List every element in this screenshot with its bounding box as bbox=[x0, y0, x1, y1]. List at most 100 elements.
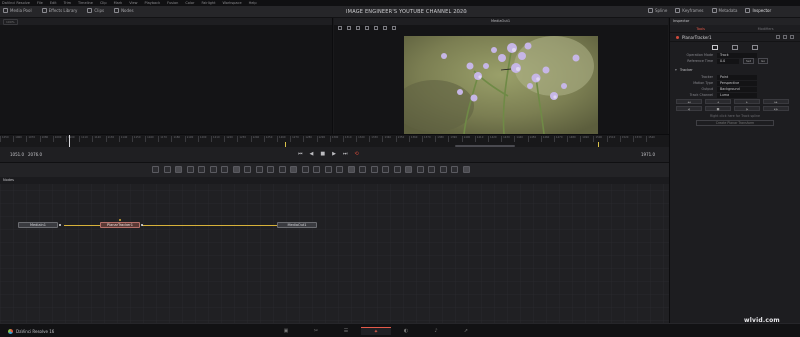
tool-header[interactable]: PlanarTracker1 bbox=[670, 33, 800, 42]
play-reverse-icon[interactable]: ◀ bbox=[310, 152, 314, 157]
reset-icon[interactable] bbox=[776, 35, 780, 39]
zoom-dropdown[interactable]: 100% bbox=[3, 18, 18, 25]
reference-time-field[interactable]: 0.0 bbox=[717, 58, 739, 64]
grain-tool-icon[interactable] bbox=[439, 166, 447, 173]
output-port[interactable] bbox=[141, 223, 143, 226]
menu-playback[interactable]: Playback bbox=[145, 1, 161, 5]
menu-fairlight[interactable]: Fairlight bbox=[201, 1, 215, 5]
tracker-section-header[interactable]: ▾ Tracker bbox=[670, 66, 800, 74]
page-fusion-icon[interactable]: ✦ bbox=[361, 327, 391, 335]
page-deliver-icon[interactable]: ➚ bbox=[451, 327, 481, 335]
menu-edit[interactable]: Edit bbox=[50, 1, 57, 5]
polygon-tool-icon[interactable] bbox=[365, 26, 369, 30]
saver-tool-icon[interactable] bbox=[313, 166, 320, 173]
menu-mark[interactable]: Mark bbox=[114, 1, 123, 5]
input-port[interactable] bbox=[119, 218, 121, 221]
scale-tool-icon[interactable] bbox=[392, 26, 396, 30]
create-planar-transform-button[interactable]: Create Planar Transform bbox=[696, 120, 774, 126]
color-corrector-tool-icon[interactable] bbox=[221, 166, 228, 173]
current-frame-field[interactable]: 1971.0 bbox=[641, 152, 655, 157]
tab-modifiers[interactable]: Modifiers bbox=[758, 27, 774, 31]
pin-icon[interactable] bbox=[790, 35, 794, 39]
menu-help[interactable]: Help bbox=[249, 1, 257, 5]
page-fairlight-icon[interactable]: ♪ bbox=[421, 327, 451, 335]
resize-tool-icon[interactable] bbox=[244, 166, 251, 173]
tool-extra-tool-icon[interactable] bbox=[462, 166, 470, 173]
track-all-button[interactable]: ▸|▸ bbox=[763, 106, 789, 111]
options-tab-icon[interactable] bbox=[752, 44, 758, 50]
tool-enable-icon[interactable] bbox=[676, 35, 679, 39]
track-spline-hint[interactable]: Right click here for Track spline bbox=[670, 114, 800, 118]
keyframes-button[interactable]: Keyframes bbox=[675, 8, 704, 13]
nodes-button[interactable]: Nodes bbox=[114, 8, 134, 13]
left-viewer[interactable]: 100% bbox=[0, 18, 333, 134]
go-to-end-icon[interactable]: ⏭ bbox=[343, 152, 348, 157]
loop-icon[interactable]: ⟲ bbox=[354, 152, 358, 157]
polygon-tool-icon[interactable] bbox=[255, 166, 263, 173]
particles-tool-icon[interactable] bbox=[416, 166, 424, 173]
track-forward-button[interactable]: ▸ bbox=[734, 99, 760, 104]
effects-library-button[interactable]: Effects Library bbox=[41, 8, 77, 13]
menu-clip[interactable]: Clip bbox=[100, 1, 107, 5]
glow-tool-icon[interactable] bbox=[451, 166, 458, 173]
clips-button[interactable]: Clips bbox=[87, 8, 104, 13]
menu-app[interactable]: DaVinci Resolve bbox=[2, 1, 30, 5]
set-button[interactable]: Set bbox=[743, 58, 754, 64]
menu-view[interactable]: View bbox=[129, 1, 137, 5]
stop-icon[interactable]: ■ bbox=[320, 152, 325, 157]
track-tool-icon[interactable] bbox=[347, 26, 351, 30]
merge-tool-icon[interactable] bbox=[186, 166, 194, 173]
render-end-field[interactable]: 2076.0 bbox=[28, 152, 42, 157]
timeline-ruler[interactable]: 1050 1060 1070 1080 1090 1100 1110 1120 1130 1140… bbox=[0, 134, 669, 148]
motion-type-select[interactable]: Perspective bbox=[717, 80, 757, 86]
rectangle-tool-icon[interactable] bbox=[290, 166, 297, 173]
lock-icon[interactable] bbox=[783, 35, 787, 39]
text-tool-icon[interactable] bbox=[175, 166, 182, 173]
media-pool-button[interactable]: Media Pool bbox=[3, 8, 32, 13]
move-tool-icon[interactable] bbox=[374, 26, 378, 30]
tab-tools[interactable]: Tools bbox=[696, 27, 705, 31]
node-media-in[interactable]: MediaIn1 bbox=[18, 222, 58, 228]
ellipse-tool-icon[interactable] bbox=[278, 166, 286, 173]
tracker-tool-icon[interactable] bbox=[324, 166, 332, 173]
tracker-select[interactable]: Point bbox=[717, 74, 757, 80]
step-forward-button[interactable]: |▸ bbox=[734, 106, 760, 111]
page-cut-icon[interactable]: ✂ bbox=[301, 327, 331, 335]
controls-tab-icon[interactable] bbox=[712, 44, 718, 50]
right-viewer[interactable]: MediaOut1 bbox=[334, 18, 668, 134]
menu-color[interactable]: Color bbox=[185, 1, 194, 5]
output-select[interactable]: Background bbox=[717, 86, 757, 92]
render-start-field[interactable]: 1051.0 bbox=[10, 152, 24, 157]
transform-tool-icon[interactable] bbox=[232, 166, 240, 173]
page-edit-icon[interactable]: ☰ bbox=[331, 327, 361, 335]
camera-tool-icon[interactable] bbox=[393, 166, 401, 173]
metadata-button[interactable]: Metadata bbox=[711, 8, 737, 13]
background-tool-icon[interactable] bbox=[152, 166, 159, 173]
rotate-tool-icon[interactable] bbox=[383, 26, 387, 30]
menu-trim[interactable]: Trim bbox=[64, 1, 71, 5]
stop-track-button[interactable]: ■ bbox=[705, 106, 731, 111]
inspector-button[interactable]: Inspector bbox=[745, 8, 771, 13]
draw-tool-icon[interactable] bbox=[356, 26, 360, 30]
blur-tool-icon[interactable] bbox=[198, 166, 205, 173]
brightness-contrast-tool-icon[interactable] bbox=[209, 166, 217, 173]
node-editor[interactable]: Nodes MediaIn1 PlanarTracker1 MediaOut1 bbox=[0, 177, 669, 323]
operation-mode-select[interactable]: Track bbox=[717, 52, 757, 58]
page-media-icon[interactable]: ▣ bbox=[271, 327, 301, 335]
menu-workspace[interactable]: Workspace bbox=[223, 1, 242, 5]
track-channel-select[interactable]: Luma bbox=[717, 92, 757, 98]
corner-positioner-tool-icon[interactable] bbox=[370, 166, 378, 173]
spline-button[interactable]: Spline bbox=[648, 8, 667, 13]
renderer-tool-icon[interactable] bbox=[382, 166, 389, 173]
output-port[interactable] bbox=[59, 223, 61, 226]
planar-tracker-tool-icon[interactable] bbox=[336, 166, 343, 173]
go-button[interactable]: Go bbox=[757, 58, 769, 64]
go-to-start-icon[interactable]: ⏮ bbox=[298, 152, 303, 157]
shape-tool-icon[interactable] bbox=[405, 166, 412, 173]
track-to-end-button[interactable]: ▸▸ bbox=[763, 99, 789, 104]
paint-tool-icon[interactable] bbox=[163, 166, 171, 173]
menu-file[interactable]: File bbox=[37, 1, 43, 5]
viewer-image[interactable] bbox=[404, 36, 598, 134]
play-icon[interactable]: ▶ bbox=[332, 152, 336, 157]
menu-timeline[interactable]: Timeline bbox=[78, 1, 93, 5]
